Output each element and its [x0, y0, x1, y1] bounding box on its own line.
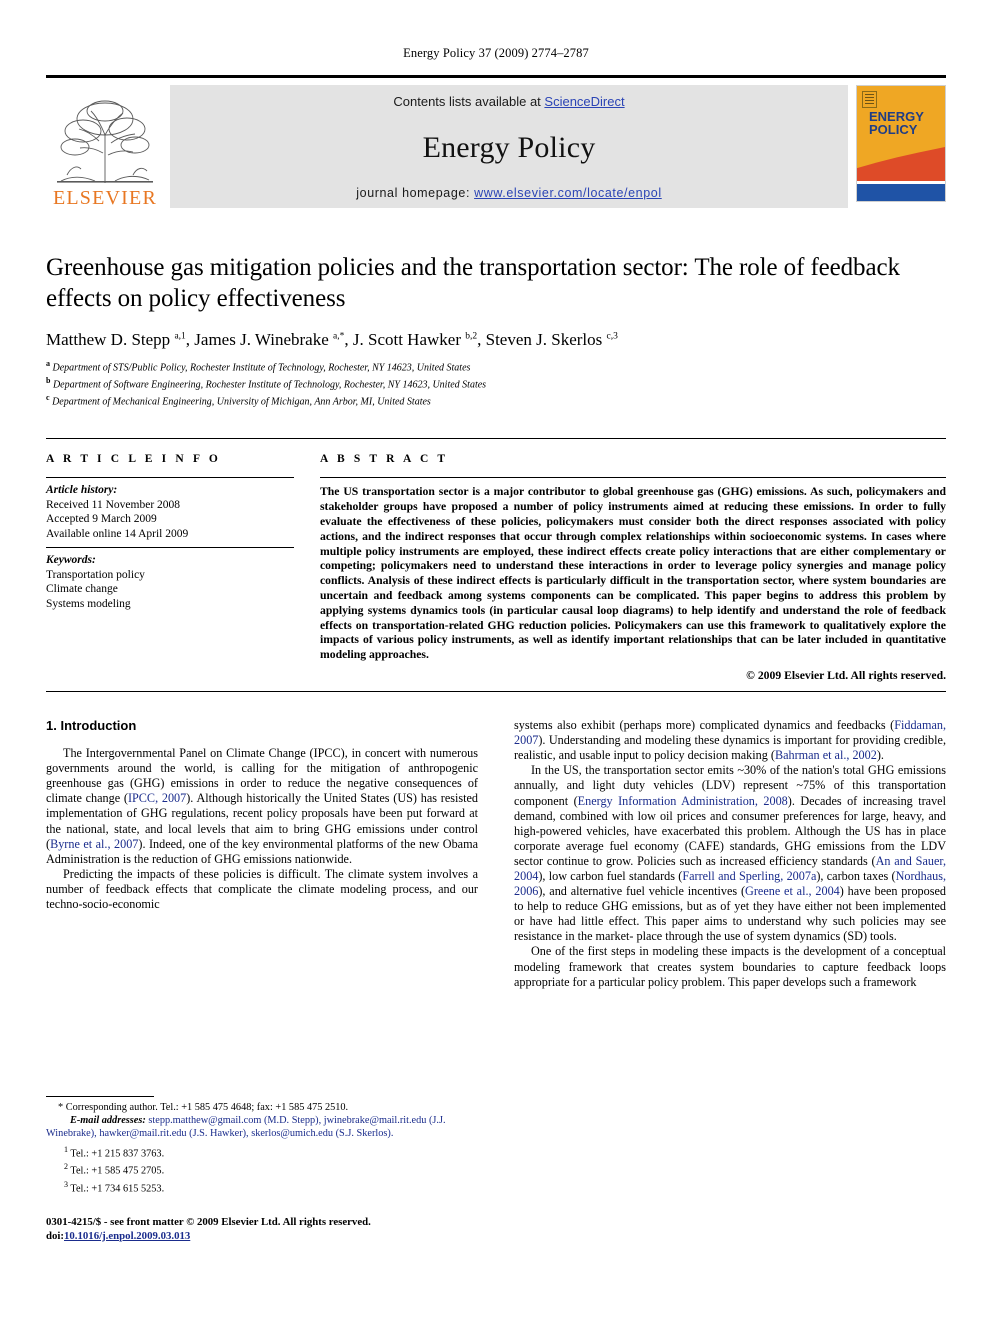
- section-heading-introduction: 1. Introduction: [46, 718, 137, 734]
- affiliation-text: Department of Mechanical Engineering, Un…: [52, 395, 431, 407]
- paragraph: Predicting the impacts of these policies…: [46, 866, 478, 911]
- cover-graphic-mountain: [857, 147, 945, 181]
- author-list: Matthew D. Stepp a,1, James J. Winebrake…: [46, 330, 618, 349]
- affiliation-item: a Department of STS/Public Policy, Roche…: [46, 359, 471, 374]
- citation-link[interactable]: Byrne et al., 2007: [50, 837, 138, 851]
- journal-band: Contents lists available at ScienceDirec…: [170, 85, 848, 208]
- journal-cover-thumbnail: ENERGY POLICY: [856, 85, 946, 202]
- footnotes-block: * Corresponding author. Tel.: +1 585 475…: [46, 1096, 460, 1195]
- keywords-label: Keywords:: [46, 554, 96, 567]
- telephone-text: Tel.: +1 734 615 5253.: [70, 1183, 165, 1195]
- doi-label: doi:: [46, 1229, 64, 1242]
- abstract-heading: A B S T R A C T: [320, 453, 449, 466]
- affiliation-item: c Department of Mechanical Engineering, …: [46, 392, 431, 407]
- contents-prefix: Contents lists available at: [393, 94, 545, 109]
- telephone-text: Tel.: +1 585 475 2705.: [70, 1165, 165, 1177]
- affiliation-item: b Department of Software Engineering, Ro…: [46, 375, 487, 391]
- abstract-bottom-rule: [46, 691, 946, 693]
- article-history-label: Article history:: [46, 484, 118, 497]
- issn-line: 0301-4215/$ - see front matter © 2009 El…: [46, 1216, 371, 1228]
- page-title: Greenhouse gas mitigation policies and t…: [46, 254, 900, 312]
- history-item: Available online 14 April 2009: [46, 527, 189, 540]
- affiliation-text: Department of STS/Public Policy, Rochest…: [52, 362, 471, 374]
- email-addresses-note: E-mail addresses: stepp.matthew@gmail.co…: [46, 1114, 460, 1140]
- sciencedirect-link[interactable]: ScienceDirect: [544, 94, 624, 109]
- cover-title: ENERGY POLICY: [869, 110, 924, 136]
- article-info-column: A R T I C L E I N F O Article history: R…: [46, 453, 294, 682]
- history-item: Accepted 9 March 2009: [46, 513, 157, 526]
- elsevier-logo: ELSEVIER: [46, 85, 164, 208]
- left-column: 1. Introduction The Intergovernmental Pa…: [46, 718, 478, 990]
- paragraph: In the US, the transportation sector emi…: [514, 763, 946, 944]
- doi-line: doi:10.1016/j.enpol.2009.03.013: [46, 1230, 466, 1244]
- paragraph: One of the first steps in modeling these…: [514, 944, 946, 989]
- body-columns: 1. Introduction The Intergovernmental Pa…: [46, 718, 946, 990]
- cover-graphic-band: [857, 184, 945, 201]
- abstract-text: The US transportation sector is a major …: [320, 477, 946, 663]
- footnote-marker: 1: [64, 1144, 68, 1154]
- journal-masthead: ELSEVIER Contents lists available at Sci…: [46, 75, 946, 208]
- footnote-marker: 3: [64, 1179, 68, 1189]
- email-label: E-mail addresses:: [70, 1115, 146, 1127]
- citation-link[interactable]: IPCC, 2007: [128, 791, 186, 805]
- affiliation-text: Department of Software Engineering, Roch…: [52, 379, 487, 391]
- keyword-item: Systems modeling: [46, 597, 131, 610]
- info-abstract-section: A R T I C L E I N F O Article history: R…: [46, 438, 946, 682]
- citation-link[interactable]: Farrell and Sperling, 2007a: [682, 869, 816, 883]
- citation-link[interactable]: Energy Information Administration, 2008: [578, 794, 788, 808]
- elsevier-wordmark: ELSEVIER: [52, 187, 158, 209]
- paragraph: The Intergovernmental Panel on Climate C…: [46, 746, 478, 866]
- citation-link[interactable]: Bahrman et al., 2002: [775, 748, 877, 762]
- contents-available-line: Contents lists available at ScienceDirec…: [393, 94, 624, 109]
- article-history-group: Article history: Received 11 November 20…: [46, 478, 294, 547]
- footnote-rule: [46, 1096, 154, 1097]
- keywords-group: Keywords: Transportation policy Climate …: [46, 548, 294, 617]
- telephone-notes: 1 Tel.: +1 215 837 3763. 2 Tel.: +1 585 …: [46, 1143, 460, 1196]
- journal-title: Energy Policy: [422, 130, 596, 164]
- elsevier-tree-icon: [57, 100, 153, 183]
- right-column: systems also exhibit (perhaps more) comp…: [514, 718, 946, 990]
- cover-elsevier-mark-icon: [862, 91, 877, 108]
- doi-link[interactable]: 10.1016/j.enpol.2009.03.013: [64, 1230, 190, 1242]
- affiliation-list: a Department of STS/Public Policy, Roche…: [46, 358, 946, 408]
- keyword-item: Climate change: [46, 583, 118, 596]
- citation-link[interactable]: Fiddaman, 2007: [514, 718, 946, 747]
- cover-title-line2: POLICY: [869, 122, 918, 137]
- keyword-item: Transportation policy: [46, 568, 145, 581]
- journal-homepage-line: journal homepage: www.elsevier.com/locat…: [356, 186, 661, 200]
- telephone-note: 2 Tel.: +1 585 475 2705.: [46, 1160, 460, 1178]
- history-item: Received 11 November 2008: [46, 498, 181, 511]
- article-page: Energy Policy 37 (2009) 2774–2787 ELSEVI…: [0, 0, 992, 1323]
- corresponding-author-note: * Corresponding author. Tel.: +1 585 475…: [58, 1102, 349, 1113]
- imprint-block: 0301-4215/$ - see front matter © 2009 El…: [46, 1216, 466, 1243]
- abstract-copyright: © 2009 Elsevier Ltd. All rights reserved…: [746, 669, 946, 683]
- abstract-column: A B S T R A C T The US transportation se…: [320, 453, 946, 682]
- telephone-text: Tel.: +1 215 837 3763.: [70, 1148, 165, 1160]
- citation-link[interactable]: Greene et al., 2004: [745, 884, 840, 898]
- article-info-heading: A R T I C L E I N F O: [46, 453, 221, 466]
- journal-homepage-link[interactable]: www.elsevier.com/locate/enpol: [474, 186, 662, 200]
- running-head: Energy Policy 37 (2009) 2774–2787: [403, 46, 589, 60]
- footnote-marker: 2: [64, 1162, 68, 1172]
- telephone-note: 1 Tel.: +1 215 837 3763.: [46, 1143, 460, 1161]
- title-block: Greenhouse gas mitigation policies and t…: [46, 252, 946, 408]
- paragraph: systems also exhibit (perhaps more) comp…: [514, 718, 946, 763]
- telephone-note: 3 Tel.: +1 734 615 5253.: [46, 1178, 460, 1196]
- homepage-prefix: journal homepage:: [356, 186, 475, 200]
